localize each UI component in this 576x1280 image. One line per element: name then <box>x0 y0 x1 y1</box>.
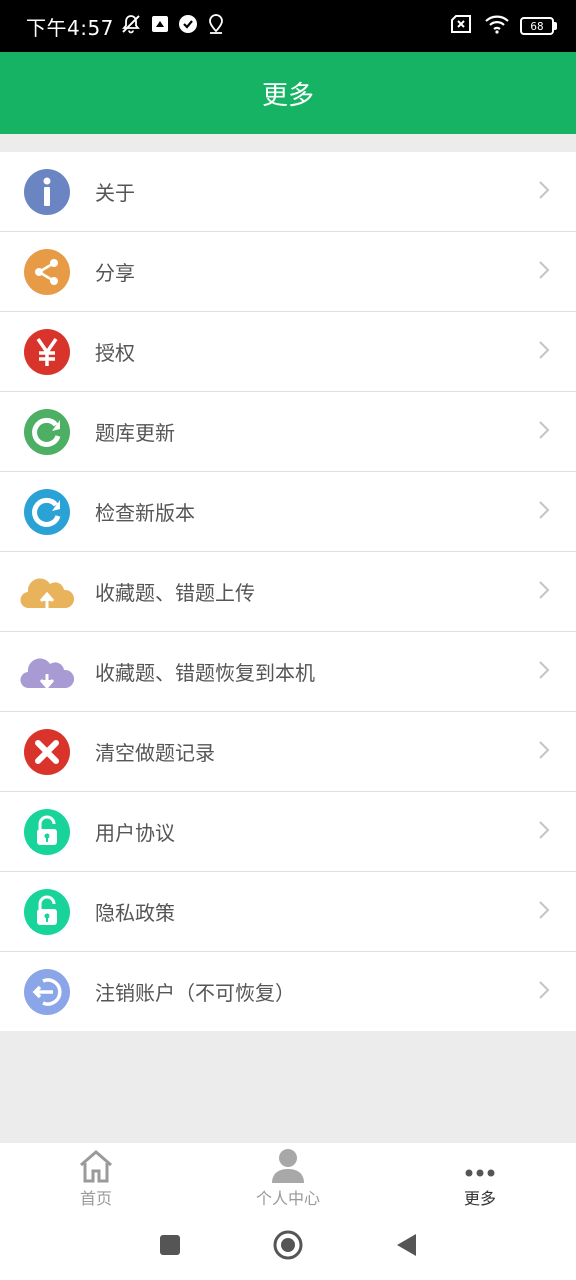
share-icon <box>17 246 77 298</box>
chevron-right-icon <box>538 500 550 524</box>
page-title-bar: 更多 <box>0 52 576 134</box>
tab-label: 更多 <box>463 1189 496 1208</box>
chevron-right-icon <box>538 820 550 844</box>
cloud-upload-icon <box>17 566 77 618</box>
menu-item-label: 关于 <box>95 181 135 205</box>
tab-home[interactable]: 首页 <box>0 1143 192 1213</box>
menu-item-label: 清空做题记录 <box>95 741 215 765</box>
back-button[interactable] <box>394 1232 418 1262</box>
home-icon <box>78 1147 114 1183</box>
more-icon <box>464 1147 496 1183</box>
menu-item-delete-account[interactable]: 注销账户（不可恢复） <box>0 952 576 1031</box>
menu-item-label: 分享 <box>95 261 135 285</box>
mute-icon <box>120 13 142 39</box>
person-icon <box>270 1147 306 1183</box>
cloud-download-icon <box>17 646 77 698</box>
refresh-icon <box>17 486 77 538</box>
battery-level: 68 <box>530 19 544 33</box>
close-circle-icon <box>17 726 77 778</box>
chevron-right-icon <box>538 180 550 204</box>
menu-item-upload-favorites[interactable]: 收藏题、错题上传 <box>0 552 576 632</box>
system-nav-bar <box>0 1213 576 1280</box>
chevron-right-icon <box>538 580 550 604</box>
tab-more[interactable]: 更多 <box>384 1143 576 1213</box>
menu-item-label: 用户协议 <box>95 821 175 845</box>
bottom-tab-bar: 首页 个人中心 更多 <box>0 1143 576 1213</box>
sim-icon <box>150 14 170 38</box>
tab-label: 首页 <box>79 1189 112 1208</box>
yen-icon <box>17 326 77 378</box>
menu-item-label: 隐私政策 <box>95 901 175 925</box>
menu-item-label: 注销账户（不可恢复） <box>95 981 295 1005</box>
recents-button[interactable] <box>158 1233 182 1261</box>
menu-item-label: 授权 <box>95 341 135 365</box>
menu-item-label: 题库更新 <box>95 421 175 445</box>
no-sim-icon <box>450 14 474 38</box>
location-icon <box>206 13 226 39</box>
tab-label: 个人中心 <box>255 1189 320 1208</box>
info-icon <box>17 166 77 218</box>
menu-item-user-agreement[interactable]: 用户协议 <box>0 792 576 872</box>
page-title: 更多 <box>261 80 314 111</box>
unlock-icon <box>17 806 77 858</box>
menu-item-clear-records[interactable]: 清空做题记录 <box>0 712 576 792</box>
refresh-icon <box>17 406 77 458</box>
chevron-right-icon <box>538 660 550 684</box>
chevron-right-icon <box>538 740 550 764</box>
chevron-right-icon <box>538 900 550 924</box>
check-circle-icon <box>178 14 198 38</box>
tab-profile[interactable]: 个人中心 <box>192 1143 384 1213</box>
menu-item-question-bank-update[interactable]: 题库更新 <box>0 392 576 472</box>
menu-list: 关于 分享 授权 题库更新 检查新版本 收藏题、错题上传 收藏题、错题恢复到本机… <box>0 152 576 1031</box>
menu-item-label: 收藏题、错题上传 <box>95 581 255 605</box>
menu-item-about[interactable]: 关于 <box>0 152 576 232</box>
chevron-right-icon <box>538 260 550 284</box>
wifi-icon <box>484 14 510 38</box>
menu-item-label: 收藏题、错题恢复到本机 <box>95 661 315 685</box>
chevron-right-icon <box>538 980 550 1004</box>
chevron-right-icon <box>538 420 550 444</box>
menu-item-share[interactable]: 分享 <box>0 232 576 312</box>
menu-item-restore-favorites[interactable]: 收藏题、错题恢复到本机 <box>0 632 576 712</box>
menu-item-authorize[interactable]: 授权 <box>0 312 576 392</box>
chevron-right-icon <box>538 340 550 364</box>
menu-item-privacy-policy[interactable]: 隐私政策 <box>0 872 576 952</box>
logout-icon <box>17 966 77 1018</box>
battery-icon: 68 <box>520 17 557 35</box>
home-button[interactable] <box>272 1229 304 1265</box>
status-time: 下午4:57 <box>26 15 114 40</box>
menu-item-label: 检查新版本 <box>95 501 195 525</box>
menu-item-check-version[interactable]: 检查新版本 <box>0 472 576 552</box>
unlock-icon <box>17 886 77 938</box>
status-bar: 下午4:57 68 <box>0 0 576 52</box>
